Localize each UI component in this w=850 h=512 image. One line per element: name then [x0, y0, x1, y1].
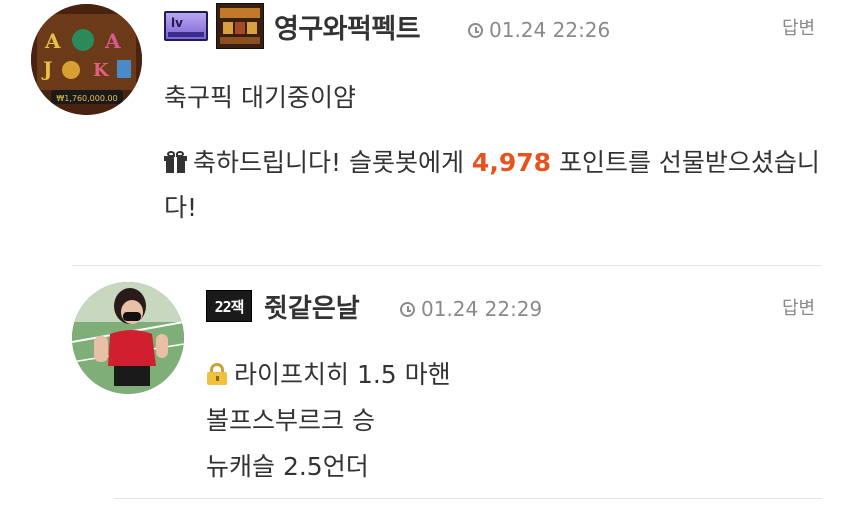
comment-timestamp: 01.24 22:26: [468, 18, 610, 42]
reply-line: 라이프치히 1.5 마핸: [206, 352, 451, 398]
reply-line: 뉴캐슬 2.5언더: [206, 452, 369, 481]
gift-points: 4,978: [471, 148, 551, 177]
comment-thread: A A J K ₩1,760,000.00 lv 영구와퍽펙트 01.24 22…: [0, 0, 850, 512]
reply-author-name[interactable]: 쥣같은날: [264, 288, 360, 325]
gift-text-prefix: 축하드립니다! 슬롯봇에게: [193, 148, 472, 177]
divider: [72, 265, 822, 266]
reply-line: 볼프스부르크 승: [206, 406, 375, 435]
comment-header: lv 영구와퍽펙트: [164, 3, 421, 49]
comment-text: 축구픽 대기중이얌: [164, 83, 356, 112]
author-name[interactable]: 영구와퍽펙트: [274, 7, 421, 46]
reply-avatar-image: [72, 282, 184, 394]
reply-text: 라이프치히 1.5 마핸 볼프스부르크 승 뉴캐슬 2.5언더: [206, 352, 451, 490]
svg-text:A: A: [44, 29, 61, 53]
clock-icon: [400, 301, 415, 317]
reply-header: 22잭 쥣같은날: [206, 286, 360, 326]
avatar[interactable]: A A J K ₩1,760,000.00: [31, 4, 142, 115]
divider: [114, 498, 822, 499]
svg-text:J: J: [41, 57, 52, 81]
gift-icon: [164, 151, 187, 173]
reply-button[interactable]: 답변: [782, 294, 815, 320]
lock-icon: [206, 363, 228, 385]
slot-avatar-image: A A J K ₩1,760,000.00: [31, 4, 142, 115]
clock-icon: [468, 22, 483, 38]
author-emblem-icon: [216, 3, 264, 49]
level-badge-label: lv: [171, 16, 183, 30]
timestamp-text: 01.24 22:29: [421, 297, 543, 321]
svg-text:A: A: [104, 29, 121, 53]
reply-line-text: 라이프치히 1.5 마핸: [234, 360, 451, 389]
timestamp-text: 01.24 22:26: [489, 18, 611, 42]
reply-avatar[interactable]: [72, 282, 184, 394]
gift-notice: 축하드립니다! 슬롯봇에게 4,978 포인트를 선물받으셨습니다!: [164, 140, 824, 230]
author-emblem-icon: 22잭: [206, 290, 252, 322]
reply-button[interactable]: 답변: [782, 14, 815, 40]
svg-text:K: K: [93, 60, 110, 81]
reply-timestamp: 01.24 22:29: [400, 297, 542, 321]
level-badge: lv: [164, 11, 208, 41]
avatar-caption: ₩1,760,000.00: [56, 94, 117, 103]
